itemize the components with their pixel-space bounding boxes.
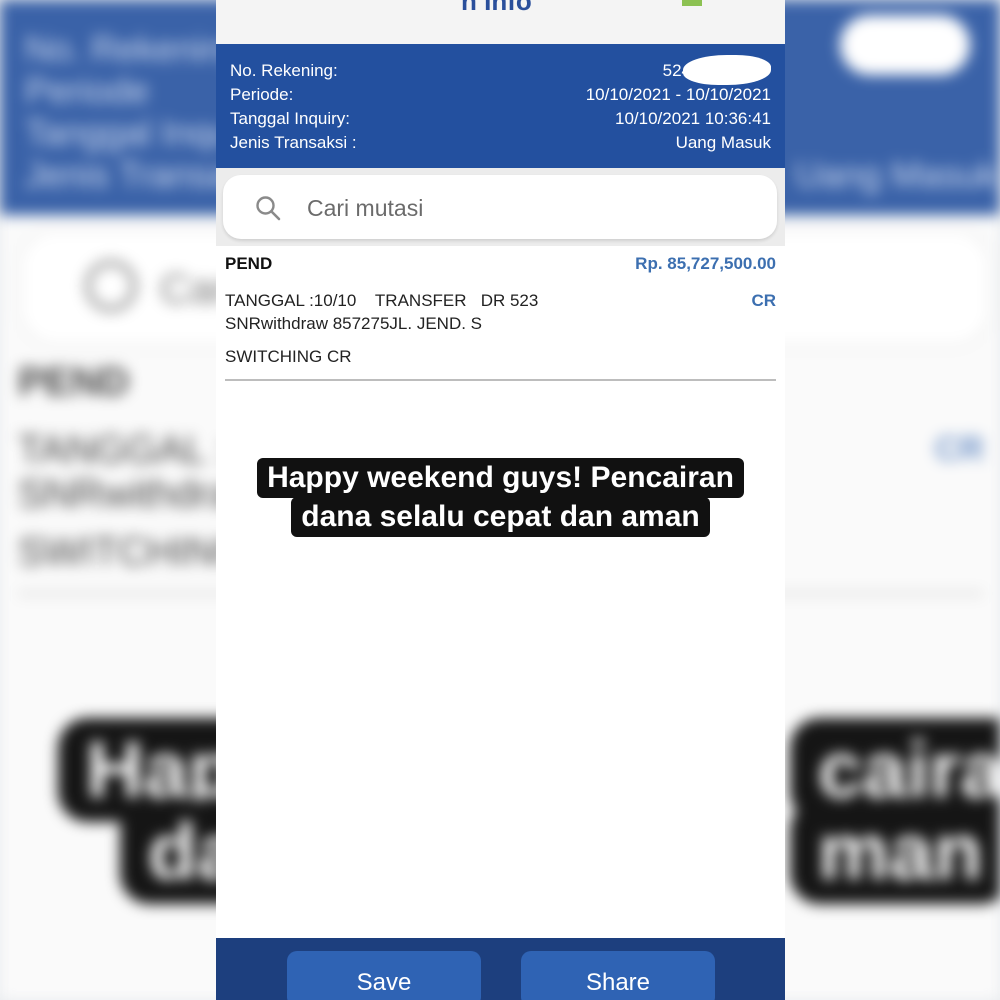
bg-text: No. Rekening — [25, 28, 244, 69]
caption-line-2: dana selalu cepat dan aman — [291, 497, 710, 537]
search-box[interactable] — [223, 175, 777, 239]
account-info-panel: No. Rekening: 524 Periode: 10/10/2021 - … — [216, 44, 785, 168]
info-row-tanggal-inquiry: Tanggal Inquiry: 10/10/2021 10:36:41 — [230, 109, 771, 133]
caption-line-1: Happy weekend guys! Pencairan — [257, 458, 744, 498]
transaction-status: PEND — [225, 254, 273, 273]
bg-caption: man — [790, 800, 1000, 904]
bg-text: Periode — [25, 70, 150, 111]
transaction-amount: Rp. 85,727,500.00 — [635, 254, 776, 273]
phone-screen: n Info No. Rekening: 524 Periode: 10/10/… — [216, 0, 785, 1000]
transaction-description-line2: SNRwithdraw 857275JL. JEND. S — [225, 314, 483, 333]
transaction-item[interactable]: PEND Rp. 85,727,500.00 TANGGAL :10/10 TR… — [225, 246, 776, 382]
tanggal-inquiry-value: 10/10/2021 10:36:41 — [615, 109, 771, 128]
bottom-action-bar: Save Share — [216, 938, 785, 1000]
periode-value: 10/10/2021 - 10/10/2021 — [585, 85, 771, 104]
bg-text: CR — [935, 430, 985, 468]
search-input[interactable] — [305, 189, 749, 227]
bg-text: Uang Masuk — [795, 154, 998, 195]
header-status-indicator — [682, 0, 702, 6]
share-button[interactable]: Share — [521, 951, 715, 1000]
save-button[interactable]: Save — [287, 951, 481, 1000]
info-row-jenis-transaksi: Jenis Transaksi : Uang Masuk — [230, 133, 771, 157]
rekening-label: No. Rekening: — [230, 61, 338, 80]
redaction-mark — [683, 55, 771, 85]
app-header: n Info — [216, 0, 785, 44]
search-area — [216, 168, 785, 246]
info-row-periode: Periode: 10/10/2021 - 10/10/2021 — [230, 85, 771, 109]
tanggal-inquiry-label: Tanggal Inquiry: — [230, 109, 351, 128]
bg-magnifier-icon — [85, 260, 137, 312]
transaction-divider — [225, 379, 776, 381]
periode-label: Periode: — [230, 85, 294, 104]
info-row-rekening: No. Rekening: 524 — [230, 55, 771, 85]
transaction-description-line3: SWITCHING CR — [225, 347, 352, 366]
header-title: n Info — [461, 0, 532, 16]
transaction-type-badge: CR — [751, 291, 776, 310]
story-caption: Happy weekend guys! Pencairan dana selal… — [216, 458, 785, 537]
jenis-transaksi-value: Uang Masuk — [675, 133, 771, 152]
bg-redaction — [840, 15, 970, 75]
transaction-description-line1: TANGGAL :10/10 TRANSFER DR 523 — [225, 291, 539, 310]
jenis-transaksi-label: Jenis Transaksi : — [230, 133, 357, 152]
magnifier-icon — [256, 196, 281, 221]
bg-text: PEND — [18, 360, 130, 404]
